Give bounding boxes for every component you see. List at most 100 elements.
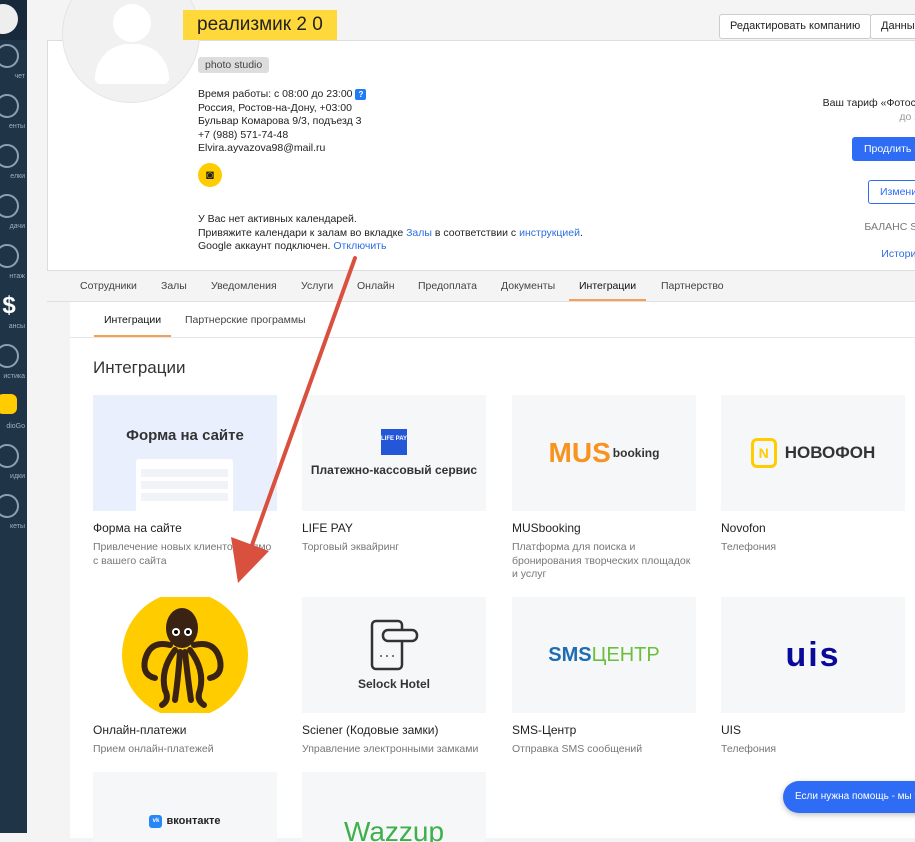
logo-text: НОВОФОН xyxy=(784,443,876,462)
integration-card-smscenter[interactable]: SMS ЦЕНТР SMS-Центр Отправка SMS сообщени… xyxy=(512,597,696,757)
integration-desc: Управление электронными замками xyxy=(302,743,479,755)
integration-desc: Телефония xyxy=(721,541,777,553)
tab-services[interactable]: Услуги xyxy=(291,271,343,301)
sidebar-item-schedule[interactable]: чет xyxy=(0,40,27,90)
clients-icon xyxy=(0,94,19,118)
integration-card-musbooking[interactable]: MUS booking MUSbooking Платформа для поис… xyxy=(512,395,696,582)
handshake-icon xyxy=(0,144,19,168)
integration-card-form[interactable]: Форма на сайте Форма на сайте Привлечени… xyxy=(93,395,277,568)
integration-name: LIFE PAY xyxy=(302,521,353,535)
sidebar-item-tasks[interactable]: дачи xyxy=(0,190,27,240)
tab-notifications[interactable]: Уведомления xyxy=(201,271,287,301)
address: Бульвар Комарова 9/3, подъезд 3 xyxy=(198,115,362,127)
tab-prepayment[interactable]: Предоплата xyxy=(408,271,487,301)
integration-card-online-payments[interactable]: Онлайн-платежи Прием онлайн-платежей xyxy=(93,597,277,757)
main-tabs: Сотрудники Залы Уведомления Услуги Онлай… xyxy=(47,271,915,302)
phone: +7 (988) 571-74-48 xyxy=(198,128,289,141)
calendar-text: в соответствии с xyxy=(431,226,520,239)
integration-desc: Телефония xyxy=(721,743,777,755)
integration-desc: Торговый эквайринг xyxy=(302,541,400,553)
sidebar-item-finances[interactable]: $ ансы xyxy=(0,290,27,340)
tab-employees[interactable]: Сотрудники xyxy=(70,271,147,301)
selock-logo: Selock Hotel xyxy=(302,597,486,713)
edit-company-button[interactable]: Редактировать компанию xyxy=(719,14,872,39)
integration-name: Novofon xyxy=(721,521,766,535)
extend-button[interactable]: Продлить по xyxy=(852,137,915,161)
history-link[interactable]: История xyxy=(881,248,915,260)
subtab-partner-programs[interactable]: Партнерские программы xyxy=(175,304,316,334)
sidebar-item-packages[interactable]: кеты xyxy=(0,490,27,540)
instruction-link[interactable]: инструкцией xyxy=(519,227,580,239)
logo-text: ЦЕНТР xyxy=(591,643,660,666)
disconnect-link[interactable]: Отключить xyxy=(333,240,386,252)
help-chat-button[interactable]: Если нужна помощь - мы ту xyxy=(783,781,915,813)
sidebar-label: елки xyxy=(10,173,25,180)
calendar-info: У Вас нет активных календарей. Привяжите… xyxy=(198,213,583,254)
packages-icon xyxy=(0,494,19,518)
sidebar-label: чет xyxy=(14,73,25,80)
sidebar-item-montage[interactable]: нтаж xyxy=(0,240,27,290)
sidebar-label: нтаж xyxy=(9,273,25,280)
discount-icon xyxy=(0,444,19,468)
tab-integrations[interactable]: Интеграции xyxy=(569,271,647,301)
uis-logo: uis xyxy=(721,597,905,713)
logo-text: Selock Hotel xyxy=(357,677,431,691)
sms-balance: БАЛАНС SM xyxy=(864,221,915,233)
company-tag: photo studio xyxy=(198,57,270,73)
logo-text: вконтакте xyxy=(166,815,221,827)
sidebar-label: ансы xyxy=(8,323,25,330)
integration-name: UIS xyxy=(721,723,742,737)
integration-desc: Отправка SMS сообщений xyxy=(512,743,643,755)
tab-halls[interactable]: Залы xyxy=(151,271,197,301)
sidebar-label: дачи xyxy=(9,223,25,230)
smscenter-logo: SMS ЦЕНТР xyxy=(512,597,696,713)
calendar-icon xyxy=(0,44,19,68)
integration-card-uis[interactable]: uis UIS Телефония xyxy=(721,597,905,757)
octopus-logo xyxy=(93,597,277,713)
integration-card-lifepay[interactable]: LIFE PAY Платежно-кассовый сервис LIFE P… xyxy=(302,395,486,555)
sidebar-item-discounts[interactable]: идки xyxy=(0,440,27,490)
sidebar-item-studiogo[interactable]: dioGo xyxy=(0,390,27,440)
halls-link[interactable]: Залы xyxy=(406,227,432,239)
tools-icon xyxy=(0,244,19,268)
sidebar-item-clients[interactable]: енты xyxy=(0,90,27,140)
integration-card-vk[interactable]: vk вконтакте xyxy=(93,772,277,842)
work-hours: Время работы: с 08:00 до 23:00 xyxy=(198,88,353,100)
integration-name: MUSbooking xyxy=(512,521,581,535)
integration-card-sciener[interactable]: Selock Hotel Sciener (Кодовые замки) Упр… xyxy=(302,597,486,757)
change-tariff-button[interactable]: Изменить xyxy=(868,180,915,204)
integration-desc: Прием онлайн-платежей xyxy=(93,743,214,755)
sidebar-item-deals[interactable]: елки xyxy=(0,140,27,190)
logo-text: Платежно-кассовый сервис xyxy=(310,463,478,477)
section-title: Интеграции xyxy=(93,358,186,377)
integration-card-novofon[interactable]: N НОВОФОН Novofon Телефония xyxy=(721,395,905,555)
sidebar-label: кеты xyxy=(9,523,25,530)
user-avatar[interactable] xyxy=(0,4,18,34)
calendar-text: . xyxy=(579,226,583,239)
company-title: реализмик 2 0 xyxy=(183,10,337,40)
sidebar: чет енты елки дачи нтаж $ ансы истика dio… xyxy=(0,0,27,833)
dollar-icon: $ xyxy=(2,292,16,319)
sidebar-item-analytics[interactable]: истика xyxy=(0,340,27,390)
help-icon[interactable]: ? xyxy=(355,88,367,100)
calendar-text: Привяжите календари к залам во вкладке xyxy=(198,226,407,239)
tab-documents[interactable]: Документы xyxy=(491,271,565,301)
sidebar-user[interactable] xyxy=(0,0,27,40)
door-lock-icon xyxy=(370,619,419,671)
logo-text: booking xyxy=(612,446,660,460)
musbooking-logo: MUS booking xyxy=(512,395,696,511)
tab-online[interactable]: Онлайн xyxy=(347,271,405,301)
subtab-integrations[interactable]: Интеграции xyxy=(94,304,172,337)
sidebar-label: истика xyxy=(3,373,25,380)
integration-card-wazzup[interactable]: Wazzup xyxy=(302,772,486,842)
calendar-status: У Вас нет активных календарей. xyxy=(198,213,357,225)
vk-logo: vk вконтакте xyxy=(93,772,277,842)
camera-icon[interactable]: ◙ xyxy=(198,163,222,187)
tab-partnership[interactable]: Партнерство xyxy=(651,271,734,301)
logo-text: SMS xyxy=(548,643,592,666)
integration-desc: Привлечение новых клиентов прямо с вашег… xyxy=(93,541,272,567)
lifepay-badge: LIFE PAY xyxy=(381,429,407,455)
data-button[interactable]: Данны xyxy=(870,14,915,39)
logo-text: MUS xyxy=(548,437,611,468)
integration-name: Онлайн-платежи xyxy=(93,723,187,737)
